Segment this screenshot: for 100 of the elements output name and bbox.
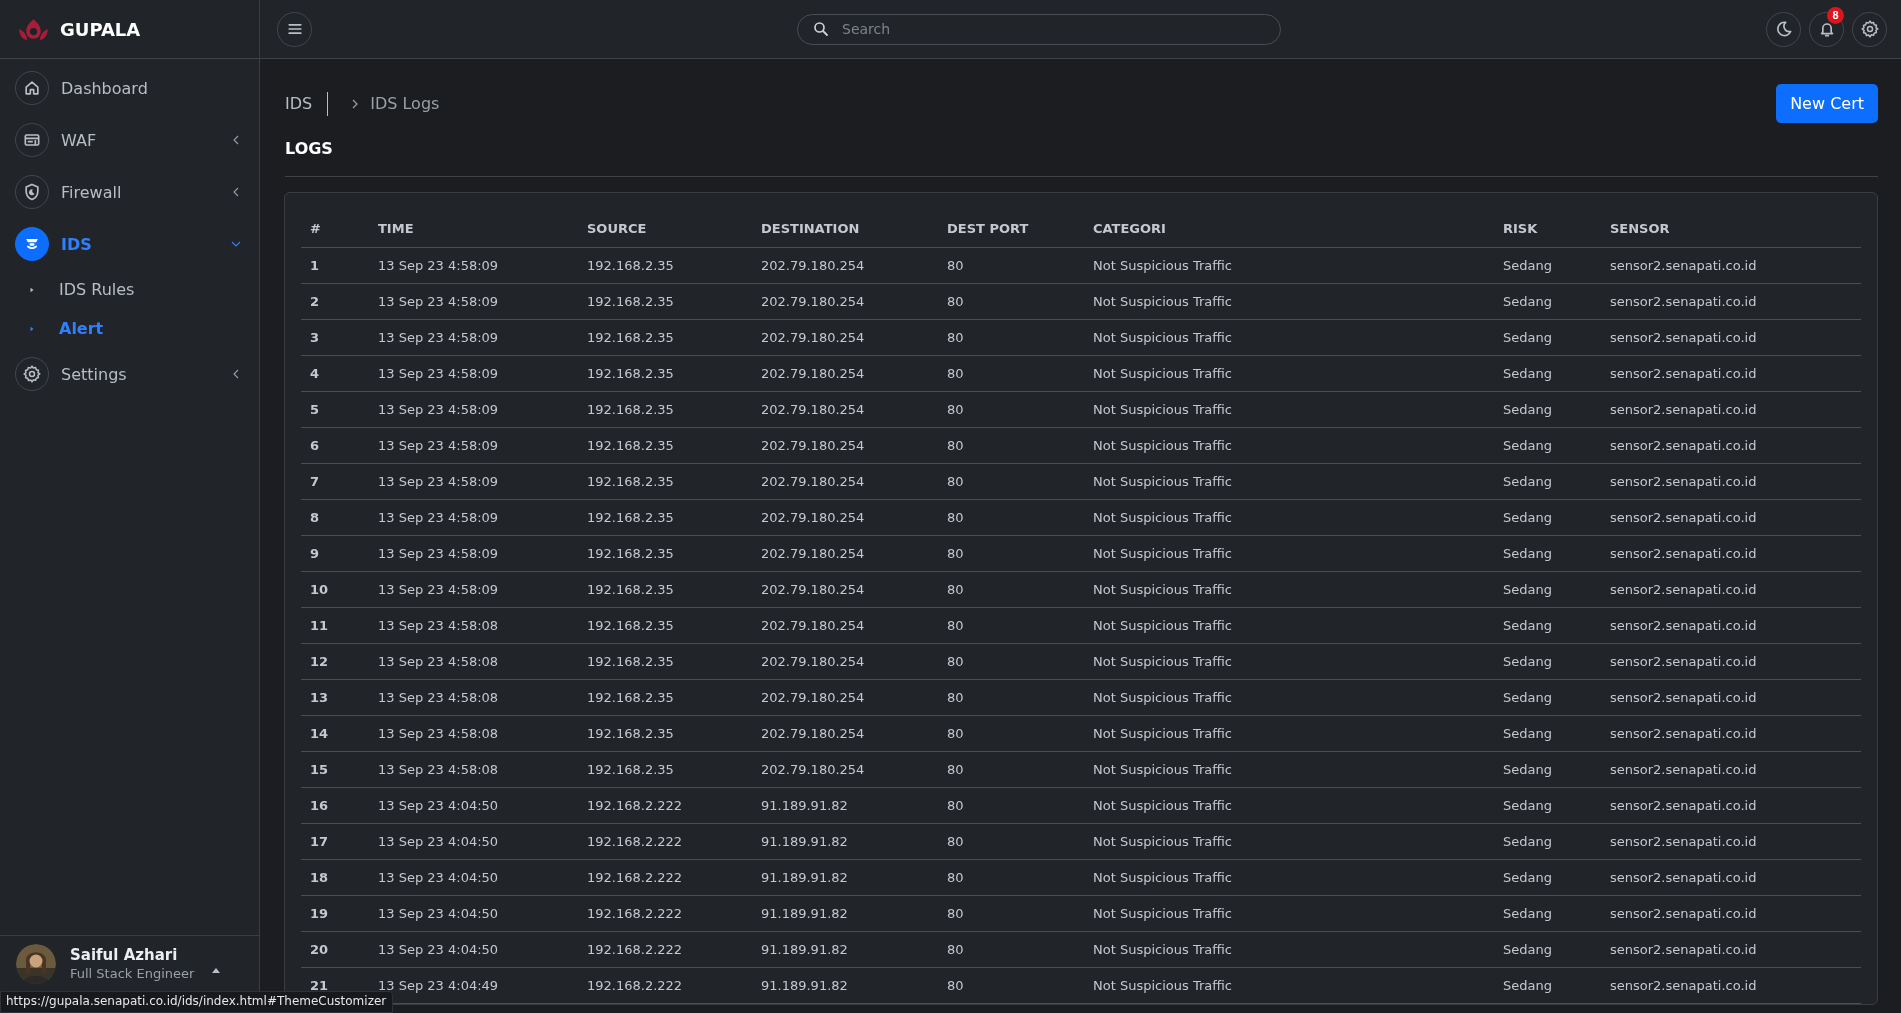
table-cell: 80 [938,247,1084,284]
table-cell: Not Suspicious Traffic [1084,823,1494,860]
table-cell: 13 [301,679,369,716]
table-cell: 91.189.91.82 [752,967,938,1004]
table-cell: sensor2.senapati.co.id [1601,247,1861,284]
table-cell: sensor2.senapati.co.id [1601,931,1861,968]
sidebar-subitem[interactable]: IDS Rules [0,270,259,309]
brand-name: GUPALA [60,18,141,40]
table-cell: Not Suspicious Traffic [1084,895,1494,932]
table-cell: 80 [938,823,1084,860]
table-cell: 12 [301,643,369,680]
table-cell: sensor2.senapati.co.id [1601,715,1861,752]
table-cell: Sedang [1494,751,1601,788]
search-input[interactable]: Search [840,20,1280,38]
table-cell: Not Suspicious Traffic [1084,463,1494,500]
table-cell: 202.79.180.254 [752,355,938,392]
table-cell: 13 Sep 23 4:58:09 [369,247,578,284]
table-cell: 80 [938,895,1084,932]
table-cell: 202.79.180.254 [752,751,938,788]
table-cell: 91.189.91.82 [752,895,938,932]
table-cell: 80 [938,931,1084,968]
table-cell: 80 [938,427,1084,464]
table-cell: 202.79.180.254 [752,643,938,680]
column-header: DEST PORT [938,209,1084,248]
table-cell: sensor2.senapati.co.id [1601,319,1861,356]
table-cell: Not Suspicious Traffic [1084,283,1494,320]
sidebar-item[interactable]: Firewall [0,174,259,210]
home-icon [22,78,42,98]
table-cell: sensor2.senapati.co.id [1601,751,1861,788]
new-cert-button[interactable]: New Cert [1776,84,1878,123]
table-cell: 13 Sep 23 4:04:50 [369,931,578,968]
settings-icon [22,364,42,384]
table-cell: 13 Sep 23 4:04:50 [369,895,578,932]
table-cell: 192.168.2.35 [578,247,752,284]
sidebar-item[interactable]: WAF [0,122,259,158]
table-cell: sensor2.senapati.co.id [1601,607,1861,644]
table-cell: Not Suspicious Traffic [1084,319,1494,356]
table-cell: 6 [301,427,369,464]
table-cell: 15 [301,751,369,788]
table-cell: sensor2.senapati.co.id [1601,463,1861,500]
table-cell: sensor2.senapati.co.id [1601,499,1861,536]
sidebar-subitem[interactable]: Alert [0,309,259,348]
table-cell: Not Suspicious Traffic [1084,247,1494,284]
table-cell: Sedang [1494,715,1601,752]
table-cell: Not Suspicious Traffic [1084,679,1494,716]
breadcrumb-item[interactable]: IDS [285,91,329,116]
notification-count: 8 [1827,6,1844,24]
table-cell: 192.168.2.35 [578,391,752,428]
table-cell: Not Suspicious Traffic [1084,643,1494,680]
table-cell: Not Suspicious Traffic [1084,535,1494,572]
table-cell: 202.79.180.254 [752,715,938,752]
table-cell: 80 [938,715,1084,752]
table-cell: 202.79.180.254 [752,535,938,572]
page-title: LOGS [285,139,1878,177]
settings-icon [1859,19,1880,39]
search-icon [812,20,830,38]
table-cell: 192.168.2.35 [578,427,752,464]
table-cell: 202.79.180.254 [752,607,938,644]
table-cell: Sedang [1494,607,1601,644]
table-cell: sensor2.senapati.co.id [1601,967,1861,1004]
table-cell: Not Suspicious Traffic [1084,787,1494,824]
table-cell: 13 Sep 23 4:58:09 [369,427,578,464]
table-cell: 80 [938,391,1084,428]
sidebar-item[interactable]: IDS [0,226,259,262]
table-cell: sensor2.senapati.co.id [1601,859,1861,896]
table-cell: 80 [938,535,1084,572]
table-cell: 7 [301,463,369,500]
table-cell: 192.168.2.222 [578,967,752,1004]
table-cell: 202.79.180.254 [752,391,938,428]
table-cell: Not Suspicious Traffic [1084,967,1494,1004]
table-cell: 202.79.180.254 [752,463,938,500]
table-cell: 13 Sep 23 4:58:08 [369,715,578,752]
table-cell: 192.168.2.35 [578,499,752,536]
table-cell: Sedang [1494,571,1601,608]
table-cell: 80 [938,643,1084,680]
sidebar-item[interactable]: Dashboard [0,70,259,106]
table-cell: Not Suspicious Traffic [1084,427,1494,464]
table-cell: 192.168.2.35 [578,571,752,608]
table-cell: 3 [301,319,369,356]
table-cell: Sedang [1494,859,1601,896]
column-header: CATEGORI [1084,209,1494,248]
table-cell: sensor2.senapati.co.id [1601,355,1861,392]
table-cell: 13 Sep 23 4:58:08 [369,607,578,644]
table-cell: sensor2.senapati.co.id [1601,391,1861,428]
table-cell: 2 [301,283,369,320]
sidebar-item[interactable]: Settings [0,356,259,392]
table-cell: 8 [301,499,369,536]
table-cell: 192.168.2.35 [578,355,752,392]
table-cell: 91.189.91.82 [752,859,938,896]
table-cell: 202.79.180.254 [752,571,938,608]
table-cell: 192.168.2.222 [578,859,752,896]
table-cell: 80 [938,679,1084,716]
caret-up-icon [211,967,221,974]
table-cell: sensor2.senapati.co.id [1601,895,1861,932]
table-cell: 16 [301,787,369,824]
table-cell: 10 [301,571,369,608]
table-cell: 19 [301,895,369,932]
table-cell: 202.79.180.254 [752,679,938,716]
table-cell: Sedang [1494,643,1601,680]
table-cell: 80 [938,499,1084,536]
